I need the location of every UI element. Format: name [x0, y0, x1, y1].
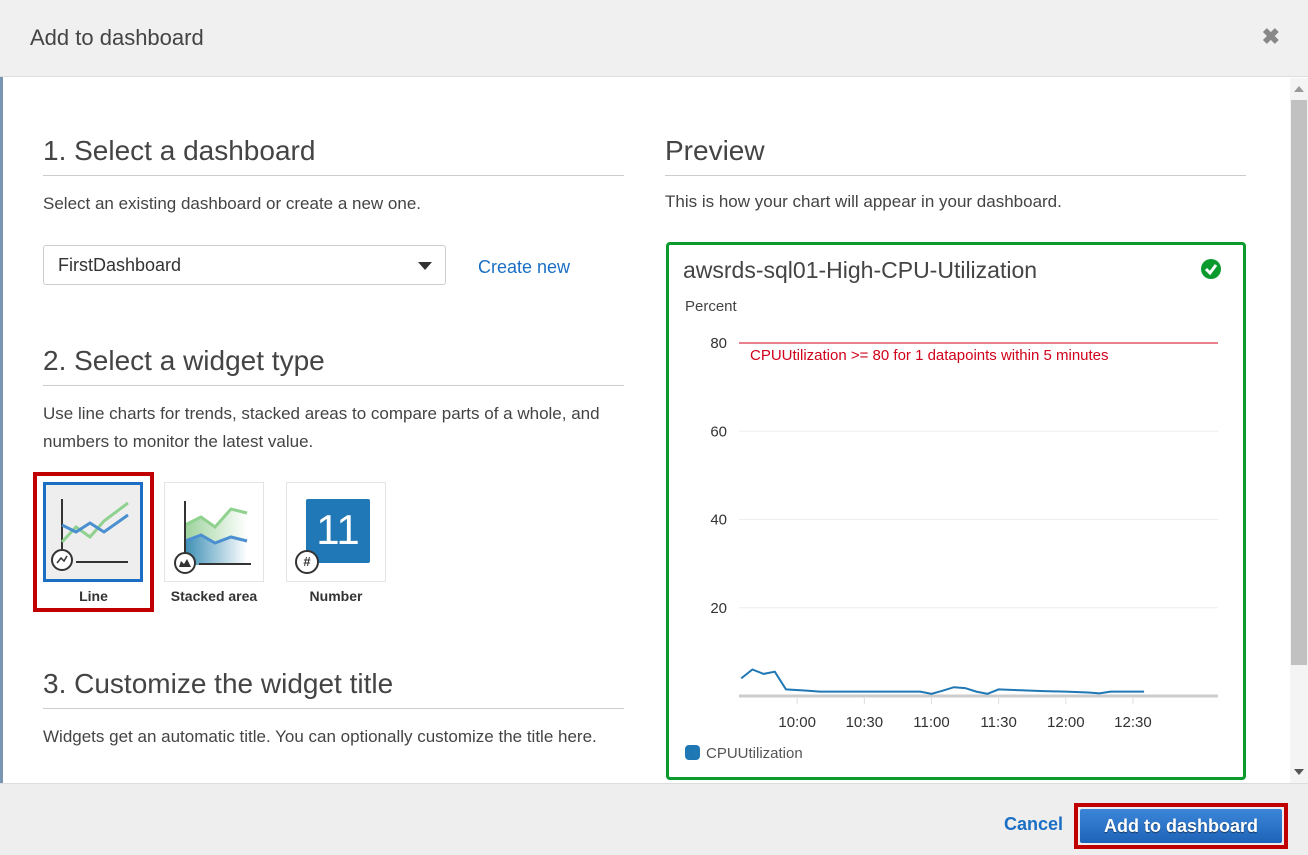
vertical-scrollbar[interactable] [1290, 78, 1308, 783]
scroll-down-icon[interactable] [1294, 769, 1304, 775]
scroll-up-icon[interactable] [1294, 86, 1304, 92]
x-tick-label: 11:00 [913, 714, 949, 731]
widget-type-number[interactable]: 11 # Number [276, 472, 396, 612]
x-tick-label: 10:30 [846, 714, 884, 731]
section-widget-title: 3. Customize the widget title Widgets ge… [43, 668, 624, 751]
dialog-body: 1. Select a dashboard Select an existing… [0, 78, 1290, 783]
cancel-button[interactable]: Cancel [1004, 814, 1063, 835]
chevron-down-icon [418, 262, 432, 270]
x-tick-label: 11:30 [980, 714, 1016, 731]
dialog-footer: Cancel Add to dashboard [0, 783, 1308, 855]
y-tick-label: 60 [710, 423, 727, 440]
y-tick-label: 40 [710, 512, 727, 529]
preview-section: Preview This is how your chart will appe… [665, 135, 1246, 216]
series-line-cpuutilization [740, 668, 1145, 695]
line-widget-thumbnail [43, 482, 143, 582]
scrollbar-thumb[interactable] [1291, 100, 1307, 665]
y-tick-label: 20 [710, 600, 727, 617]
dashboard-select[interactable]: FirstDashboard [43, 245, 446, 285]
y-axis-label: Percent [685, 298, 738, 315]
number-widget-thumbnail: 11 # [286, 482, 386, 582]
create-new-link[interactable]: Create new [478, 257, 570, 278]
y-tick-label: 80 [710, 335, 727, 352]
x-tick-label: 12:30 [1114, 714, 1152, 731]
dashboard-select-value: FirstDashboard [58, 255, 182, 275]
dialog-title: Add to dashboard [30, 25, 204, 50]
x-tick-label: 12:00 [1047, 714, 1085, 731]
section-widget-type: 2. Select a widget type Use line charts … [43, 345, 624, 456]
add-to-dashboard-button[interactable]: Add to dashboard [1080, 809, 1282, 843]
widget-type-line-label: Line [79, 588, 108, 604]
hash-icon: # [295, 550, 319, 574]
legend-label: CPUUtilization [706, 745, 803, 762]
preview-card: awsrds-sql01-High-CPU-Utilization Percen… [666, 242, 1246, 780]
section-3-description: Widgets get an automatic title. You can … [43, 727, 597, 746]
legend-swatch [685, 745, 700, 760]
cpu-line-chart: Percent 80 60 40 20 CPUUtilization >= 80 for … [685, 298, 1218, 762]
x-tick-label: 10:00 [778, 714, 816, 731]
stacked-area-widget-thumbnail [164, 482, 264, 582]
widget-type-stacked-area-label: Stacked area [170, 588, 258, 604]
section-2-description: Use line charts for trends, stacked area… [43, 404, 600, 451]
widget-type-stacked-area[interactable]: Stacked area [154, 472, 274, 612]
preview-description: This is how your chart will appear in yo… [665, 192, 1062, 211]
close-icon[interactable]: ✖ [1262, 24, 1280, 50]
stacked-area-chart-icon [174, 501, 251, 574]
add-to-dashboard-highlight: Add to dashboard [1074, 803, 1288, 849]
dialog-header: Add to dashboard ✖ [0, 0, 1308, 77]
section-1-description: Select an existing dashboard or create a… [43, 194, 422, 213]
section-1-heading: 1. Select a dashboard [43, 135, 624, 176]
widget-type-number-label: Number [309, 588, 363, 604]
threshold-label: CPUUtilization >= 80 for 1 datapoints wi… [750, 347, 1109, 364]
preview-heading: Preview [665, 135, 1246, 176]
section-2-heading: 2. Select a widget type [43, 345, 624, 386]
line-chart-icon [51, 499, 129, 571]
section-3-heading: 3. Customize the widget title [43, 668, 624, 709]
widget-type-line[interactable]: Line [33, 472, 154, 612]
section-select-dashboard: 1. Select a dashboard Select an existing… [43, 135, 624, 218]
